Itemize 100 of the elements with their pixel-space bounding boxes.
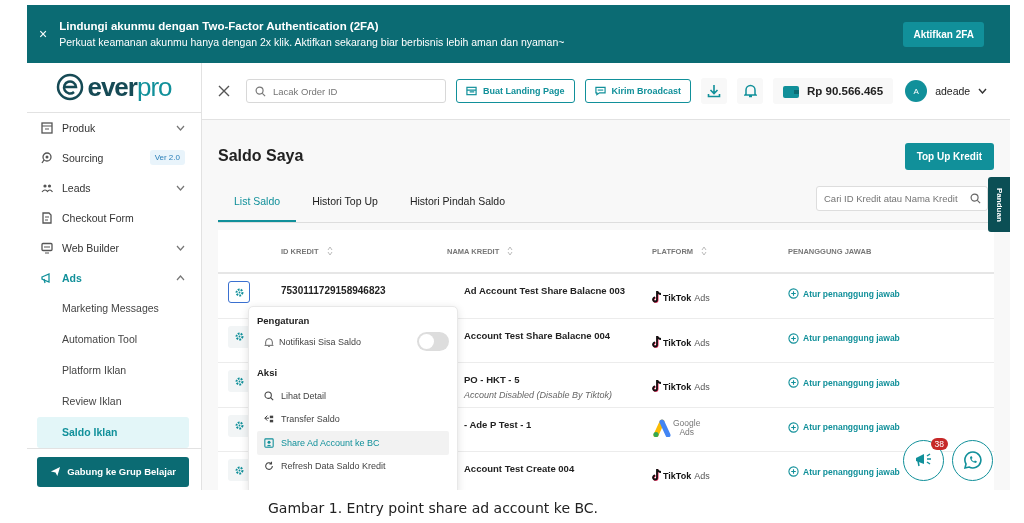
chat-bubble-icon: [962, 450, 983, 470]
submenu-item[interactable]: Saldo Iklan: [37, 416, 189, 448]
box-icon: [41, 121, 53, 134]
assign-owner-link[interactable]: Atur penanggung jawab: [788, 466, 900, 477]
order-search-field[interactable]: Lacak Order ID: [246, 79, 446, 103]
layout-icon: [466, 86, 477, 96]
top-up-button[interactable]: Top Up Kredit: [904, 142, 994, 170]
sidebar-item[interactable]: Ads: [27, 262, 201, 293]
figure-caption: Gambar 1. Entry point share ad account ke BC.: [268, 500, 600, 516]
balance-display[interactable]: Rp 90.566.465: [773, 78, 894, 104]
platform-logo: TikTok Ads: [652, 335, 710, 348]
toggle-switch[interactable]: [417, 332, 449, 351]
assign-owner-link[interactable]: Atur penanggung jawab: [788, 377, 900, 388]
menu-section-title: Aksi: [257, 367, 279, 380]
bell-icon: [743, 84, 757, 98]
banner-title: Lindungi akunmu dengan Two-Factor Authentication (2FA): [59, 20, 380, 32]
send-icon: [50, 466, 62, 478]
submenu-item[interactable]: Marketing Messages: [37, 292, 189, 324]
platform-logo: TikTok Ads: [652, 469, 710, 481]
search-icon: [970, 193, 981, 204]
gear-icon: [233, 375, 245, 387]
notification-button[interactable]: [737, 78, 764, 104]
submenu-item[interactable]: Review Iklan: [37, 385, 189, 417]
table-cell-text: Account Test Create 004: [464, 463, 576, 474]
submenu-item[interactable]: Automation Tool: [37, 323, 189, 355]
logo-icon: [56, 73, 85, 102]
download-button[interactable]: [701, 78, 728, 104]
table-cell-text: PO - HKT - 5: [464, 374, 521, 385]
join-group-button[interactable]: Gabung ke Grup Belajar: [37, 456, 189, 487]
gear-icon: [233, 420, 245, 431]
tab[interactable]: Histori Pindah Saldo: [393, 182, 521, 222]
search-icon: [41, 151, 53, 164]
music-note-icon: [652, 380, 662, 392]
tab[interactable]: List Saldo: [218, 182, 297, 222]
download-icon: [707, 84, 722, 98]
plus-circle-icon: [788, 288, 799, 299]
plus-circle-icon: [788, 466, 799, 477]
megaphone-icon: [914, 452, 933, 468]
plus-circle-icon: [788, 332, 799, 344]
chat-icon: [594, 86, 606, 96]
menu-item[interactable]: Lihat Detail: [257, 384, 449, 408]
version-badge: Ver 2.0: [149, 150, 185, 166]
music-note-icon: [652, 335, 662, 348]
menu-label: Notifikasi Sisa Saldo: [279, 336, 363, 347]
plus-circle-icon: [788, 377, 799, 388]
menu-item[interactable]: Transfer Saldo: [257, 407, 449, 431]
menu-item[interactable]: Refresh Data Saldo Kredit: [257, 454, 449, 478]
table-cell-text: - Ade P Test - 1: [464, 418, 533, 430]
page-title: Saldo Saya: [218, 147, 304, 165]
assign-owner-link[interactable]: Atur penanggung jawab: [788, 288, 900, 299]
platform-logo: TikTok Ads: [652, 380, 710, 392]
table-cell-text: Ad Account Test Share Balacne 003: [464, 285, 627, 296]
logo-text: everpro: [87, 71, 172, 103]
settings-button[interactable]: [228, 325, 250, 348]
balance-amount: Rp 90.566.465: [807, 85, 884, 97]
form-icon: [41, 211, 53, 224]
music-note-icon: [652, 291, 662, 303]
menu-item[interactable]: Share Ad Account ke BC: [257, 431, 449, 455]
broadcast-button[interactable]: Kirim Broadcast: [584, 79, 692, 103]
settings-button[interactable]: [228, 281, 250, 303]
assign-owner-link[interactable]: Atur penanggung jawab: [788, 332, 900, 344]
chevron-down-icon[interactable]: [978, 88, 988, 94]
avatar[interactable]: A: [905, 80, 928, 102]
sidebar-item[interactable]: Web Builder: [27, 232, 201, 263]
plus-circle-icon: [788, 421, 799, 433]
tab[interactable]: Histori Top Up: [296, 182, 394, 222]
submenu-item[interactable]: Platform Iklan: [37, 354, 189, 386]
sidebar-item[interactable]: Leads: [27, 172, 201, 203]
settings-button[interactable]: [228, 459, 250, 481]
search-icon: [264, 390, 274, 401]
table-cell: 7530111729158946823: [281, 285, 386, 296]
bell-icon: [264, 336, 274, 347]
refresh-icon: [264, 461, 274, 472]
landing-page-button[interactable]: Buat Landing Page: [456, 79, 575, 103]
settings-button[interactable]: [228, 370, 250, 392]
sidebar-item[interactable]: Checkout Form: [27, 202, 201, 233]
banner-text: Perkuat keamanan akunmu hanya dengan 2x klik. Aktifkan sekarang biar berbisnis lebih aman dan nyaman~: [59, 36, 566, 48]
close-icon[interactable]: [218, 85, 230, 97]
person-card-icon: [264, 437, 274, 448]
username[interactable]: adeade: [935, 85, 971, 97]
platform-logo: TikTok Ads: [652, 291, 710, 303]
megaphone-icon: [41, 271, 53, 284]
gear-icon: [233, 286, 245, 298]
music-note-icon: [652, 469, 662, 481]
gear-icon: [233, 331, 245, 342]
settings-button[interactable]: [228, 414, 250, 437]
table-cell-text: Account Test Share Balacne 004: [464, 329, 612, 341]
enable-2fa-button[interactable]: Aktifkan 2FA: [903, 21, 984, 47]
guide-tab[interactable]: Panduan: [988, 177, 1010, 232]
transfer-icon: [264, 414, 274, 425]
account-status: Account Disabled (Disable By Tiktok): [464, 390, 613, 400]
search-icon: [255, 85, 266, 97]
chevron-up-icon[interactable]: [176, 274, 185, 281]
sidebar-item[interactable]: Sourcing Ver 2.0: [27, 142, 201, 173]
triangle-logo-icon: [652, 418, 672, 437]
credit-search-field[interactable]: Cari ID Kredit atau Nama Kredit: [816, 186, 988, 211]
close-button[interactable]: ×: [39, 26, 48, 42]
people-icon: [41, 181, 53, 194]
assign-owner-link[interactable]: Atur penanggung jawab: [788, 421, 900, 433]
sidebar-item[interactable]: Produk: [27, 112, 201, 143]
